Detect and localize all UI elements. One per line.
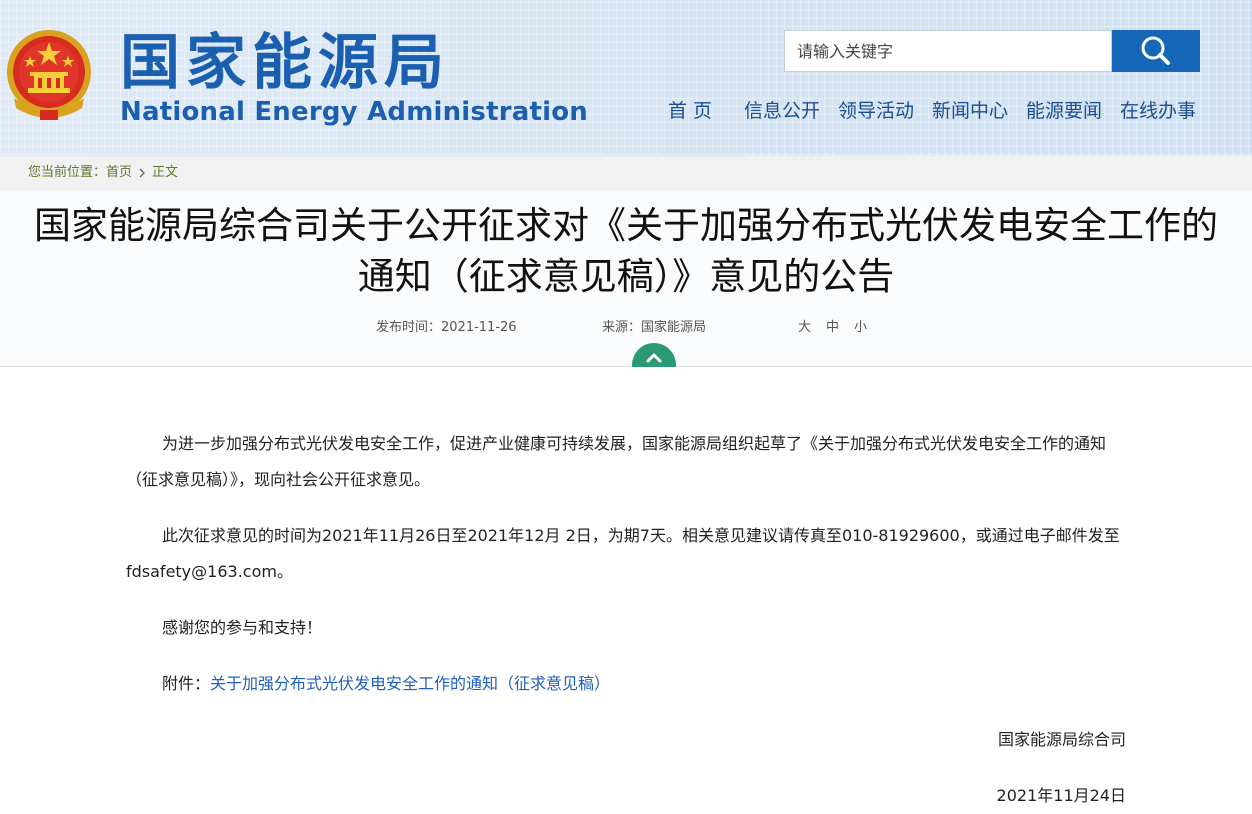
search-button[interactable]: [1112, 30, 1200, 72]
sign-date: 2021年11月24日: [996, 786, 1126, 805]
breadcrumb-current: 正文: [152, 165, 179, 180]
breadcrumb-home-link[interactable]: 首页: [106, 165, 132, 180]
nav-info-disclosure[interactable]: 信息公开: [744, 96, 820, 126]
font-size-medium[interactable]: 中: [826, 316, 839, 335]
breadcrumb-bar: 您当前位置：首页 正文: [0, 155, 1252, 191]
publish-date: 发布时间：2021-11-26: [376, 320, 517, 335]
article-title: 国家能源局综合司关于公开征求对《关于加强分布式光伏发电安全工作的通知（征求意见稿…: [34, 204, 1218, 298]
search-icon: [1141, 36, 1170, 65]
chevron-up-icon: [646, 353, 662, 363]
signature: 国家能源局综合司: [997, 730, 1126, 749]
search-input[interactable]: [784, 30, 1112, 72]
attachment-label: 附件：: [162, 674, 211, 693]
site-header: 国家能源局 National Energy Administration 首 页…: [0, 0, 1252, 155]
breadcrumb: 您当前位置：首页 正文: [28, 156, 178, 190]
attachment-link[interactable]: 关于加强分布式光伏发电安全工作的通知（征求意见稿）: [210, 674, 610, 693]
collapse-button[interactable]: [632, 343, 676, 367]
header-divider: [0, 366, 1252, 367]
site-logo-cn[interactable]: 国家能源局: [120, 28, 450, 98]
nav-home[interactable]: 首 页: [668, 96, 712, 126]
nav-energy-news[interactable]: 能源要闻: [1026, 96, 1102, 126]
breadcrumb-label: 您当前位置：: [28, 165, 107, 180]
chevron-right-icon: [139, 168, 145, 177]
paragraph-intro: 为进一步加强分布式光伏发电安全工作，促进产业健康可持续发展，国家能源局组织起草了…: [126, 434, 1107, 489]
attachment-line: 附件：关于加强分布式光伏发电安全工作的通知（征求意见稿）: [126, 666, 1126, 702]
main-nav: 首 页 信息公开 领导活动 新闻中心 能源要闻 在线办事: [0, 96, 1252, 126]
nav-online-services[interactable]: 在线办事: [1120, 96, 1196, 126]
nav-leader-activities[interactable]: 领导活动: [838, 96, 914, 126]
font-size-large[interactable]: 大: [798, 316, 811, 335]
nav-news-center[interactable]: 新闻中心: [932, 96, 1008, 126]
paragraph-thanks: 感谢您的参与和支持！: [162, 618, 323, 637]
font-size-small[interactable]: 小: [854, 316, 867, 335]
article-header: 国家能源局综合司关于公开征求对《关于加强分布式光伏发电安全工作的通知（征求意见稿…: [0, 190, 1252, 366]
article-source: 来源：国家能源局: [602, 320, 707, 335]
paragraph-period: 此次征求意见的时间为2021年11月26日至2021年12月 2日，为期7天。相…: [126, 526, 1120, 581]
